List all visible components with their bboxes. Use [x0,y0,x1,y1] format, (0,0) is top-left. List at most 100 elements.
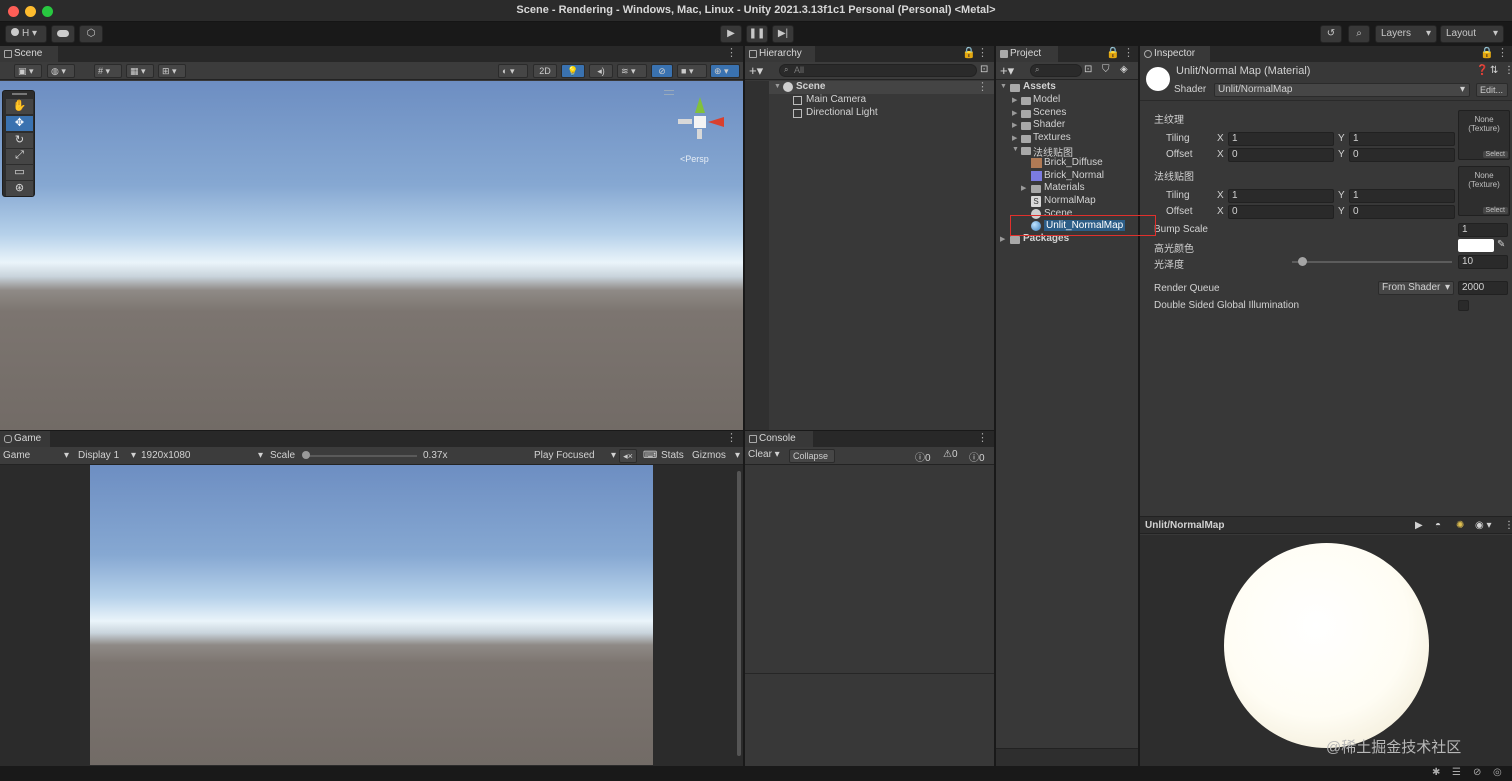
expand-arrow[interactable]: ▼ [1012,146,1019,153]
transform-tool-button[interactable]: ⊛ [6,181,33,196]
expand-arrow[interactable]: ▶ [1000,235,1005,243]
scale-tool-button[interactable]: ⤢ [6,149,33,164]
project-menu-icon[interactable]: ⋮ [1123,46,1134,60]
mute-audio-toggle[interactable]: ◂× [619,449,637,463]
stats-button[interactable]: Stats [661,450,684,461]
project-tree-item[interactable]: Materials [1044,182,1085,193]
collab-button[interactable]: ⬡ [79,25,103,43]
account-dropdown[interactable]: H ▾ [5,25,47,43]
project-tree-item[interactable]: Brick_Diffuse [1044,157,1103,168]
scale-slider-thumb[interactable] [302,451,310,459]
tex1-offset-x-field[interactable]: 0 [1228,148,1334,162]
normal-texture-slot[interactable]: None (Texture) Select [1458,166,1510,216]
resolution-dropdown[interactable]: 1920x1080 ▾ [141,450,263,461]
project-tree-item[interactable]: NormalMap [1044,195,1096,206]
hierarchy-search[interactable]: ⌕ All [779,64,977,77]
expand-arrow[interactable]: ▶ [1012,109,1017,117]
tab-console[interactable]: Console [745,431,813,447]
texture-select-button[interactable]: Select [1482,207,1508,214]
tex2-offset-x-field[interactable]: 0 [1228,205,1334,219]
game-scrollbar[interactable] [737,471,741,756]
render-queue-dropdown[interactable]: From Shader ▾ [1378,281,1454,295]
assets-expand-arrow[interactable]: ▼ [1000,83,1007,90]
project-tree-item[interactable]: Textures [1033,132,1071,143]
bump-scale-field[interactable]: 1 [1458,223,1508,237]
grid-snap-dropdown[interactable]: # ▾ [94,64,122,78]
search-by-type-icon[interactable]: ⊡ [1084,64,1092,75]
step-button[interactable]: ▶| [772,25,794,43]
orientation-gizmo[interactable]: <Persp [664,90,732,165]
tex2-tiling-y-field[interactable]: 1 [1349,189,1455,203]
tex2-offset-y-field[interactable]: 0 [1349,205,1455,219]
hierarchy-item[interactable]: Directional Light [769,107,994,120]
game-menu-icon[interactable]: ⋮ [726,431,737,445]
project-tree-item[interactable]: Shader [1033,119,1065,130]
game-view-dropdown[interactable]: Game ▾ [3,450,71,461]
expand-arrow[interactable]: ▶ [1021,184,1026,192]
x-axis-cone[interactable] [708,117,724,127]
search-button[interactable]: ⌕ [1348,25,1370,43]
status-network-icon[interactable]: ◎ [1493,767,1502,778]
toggle-2d-button[interactable]: 2D [533,64,557,78]
expand-arrow[interactable]: ▶ [1012,134,1017,142]
hierarchy-item[interactable]: Main Camera [769,94,994,107]
project-tree-item[interactable]: Scenes [1033,107,1066,118]
layout-dropdown[interactable]: Layout ▾ [1440,25,1504,43]
component-menu-icon[interactable]: ⋮ [1504,65,1512,76]
gizmos-game-dropdown[interactable]: Gizmos ▾ [692,450,740,461]
tex1-tiling-y-field[interactable]: 1 [1349,132,1455,146]
effects-dropdown[interactable]: ≋ ▾ [617,64,647,78]
global-local-dropdown[interactable]: ◍ ▾ [47,64,75,78]
shader-dropdown[interactable]: Unlit/NormalMap ▾ [1214,83,1470,97]
layers-dropdown[interactable]: Layers ▾ [1375,25,1437,43]
project-lock-icon[interactable]: 🔒 [1106,46,1120,60]
tex1-offset-y-field[interactable]: 0 [1349,148,1455,162]
persp-label[interactable]: <Persp [680,154,709,164]
texture-select-button[interactable]: Select [1482,151,1508,158]
tex2-tiling-x-field[interactable]: 1 [1228,189,1334,203]
gloss-slider-thumb[interactable] [1297,257,1307,266]
search-by-tag-icon[interactable]: ◈ [1120,64,1128,75]
help-icon[interactable]: ❓ [1476,65,1488,76]
tab-hierarchy[interactable]: Hierarchy [745,46,815,62]
main-texture-slot[interactable]: None (Texture) Select [1458,110,1510,160]
console-log-count[interactable]: ⓘ0 [915,449,931,464]
play-mode-dropdown[interactable]: Play Focused ▾ [534,450,616,461]
rect-tool-button[interactable]: ▭ [6,165,33,180]
hierarchy-add-button[interactable]: +▾ [749,63,763,79]
project-search[interactable]: ⌕ [1030,64,1082,77]
increment-snap-dropdown[interactable]: ⊞ ▾ [158,64,186,78]
preview-light-icon[interactable]: ✺ [1456,520,1464,531]
cloud-button[interactable] [51,25,75,43]
inspector-menu-icon[interactable]: ⋮ [1497,46,1508,60]
audio-toggle[interactable]: ◂) [589,64,613,78]
dsgi-checkbox[interactable] [1458,300,1469,311]
project-tree-item[interactable]: Brick_Normal [1044,170,1104,181]
hierarchy-lock-icon[interactable]: 🔒 [962,46,976,60]
project-add-button[interactable]: +▾ [1000,63,1014,79]
console-menu-icon[interactable]: ⋮ [977,431,988,445]
hierarchy-filter-icon[interactable]: ⊡ [980,64,988,75]
eyedropper-icon[interactable]: ✎ [1497,239,1505,250]
search-by-label-icon[interactable]: ⛉ [1102,64,1110,75]
display-dropdown[interactable]: Display 1 ▾ [78,450,136,461]
draw-mode-dropdown[interactable]: ▣ ▾ [14,64,42,78]
preview-sphere-icon[interactable]: ◓ [1435,520,1441,531]
spec-color-swatch[interactable] [1458,239,1494,252]
scene-row-menu-icon[interactable]: ⋮ [977,80,988,94]
render-queue-field[interactable]: 2000 [1458,281,1508,295]
hand-tool-button[interactable]: ✋ [6,99,33,114]
hierarchy-scene-row[interactable]: ▼ Scene ⋮ [769,81,994,94]
preview-menu-icon[interactable]: ⋮ [1504,520,1512,531]
scale-slider[interactable] [305,455,417,457]
project-tree-item[interactable]: Model [1033,94,1060,105]
tab-project[interactable]: Project [996,46,1058,62]
scene-viewport[interactable] [0,81,743,430]
status-progress-icon[interactable]: ☰ [1452,767,1461,778]
tab-game[interactable]: Game [0,431,50,447]
scene-menu-icon[interactable]: ⋮ [726,46,737,60]
console-collapse-button[interactable]: Collapse [789,449,835,463]
shading-mode-dropdown[interactable]: ◐ ▾ [498,64,528,78]
history-button[interactable]: ↺ [1320,25,1342,43]
scene-visibility-toggle[interactable]: ⊘ [651,64,673,78]
